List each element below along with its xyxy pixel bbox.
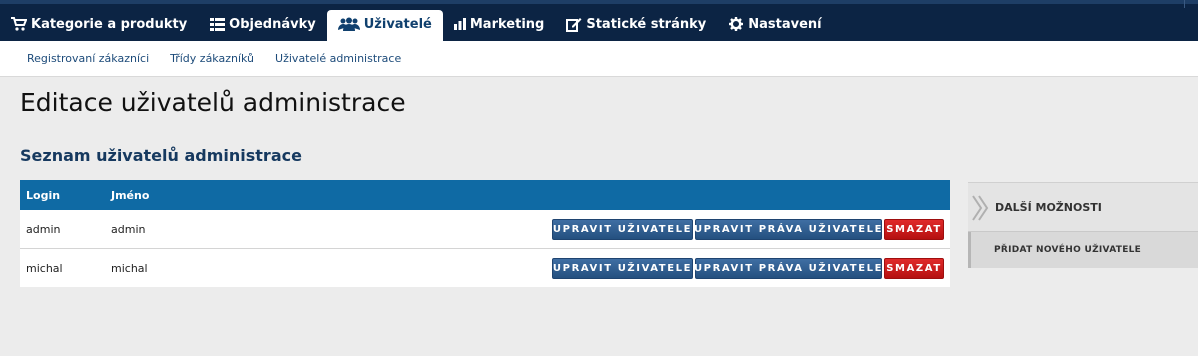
nav-item-label: Marketing — [469, 16, 545, 32]
nav-item-label: Nastavení — [748, 16, 822, 32]
nav-item-marketing[interactable]: Marketing — [443, 10, 555, 38]
page-title: Editace uživatelů administrace — [20, 88, 406, 117]
side-panel-header: DALŠÍ MOŽNOSTI — [968, 182, 1198, 232]
double-chevron-right-icon — [970, 194, 990, 226]
nav-item-uzivatele[interactable]: Uživatelé — [326, 10, 443, 45]
main-nav: Kategorie a produkty Objednávky Uživatel… — [0, 10, 833, 45]
nav-item-kategorie[interactable]: Kategorie a produkty — [0, 10, 198, 38]
nav-item-label: Statické stránky — [586, 16, 707, 32]
edit-icon — [566, 17, 582, 32]
row-actions: UPRAVIT UŽIVATELE UPRAVIT PRÁVA UŽIVATEL… — [550, 219, 944, 240]
table-row: admin admin UPRAVIT UŽIVATELE UPRAVIT PR… — [20, 210, 950, 249]
section-title: Seznam uživatelů administrace — [20, 146, 302, 165]
cell-login: admin — [26, 222, 61, 236]
cart-icon — [11, 17, 27, 31]
edit-user-rights-button[interactable]: UPRAVIT PRÁVA UŽIVATELE — [694, 219, 882, 240]
nav-item-nastaveni[interactable]: Nastavení — [717, 10, 832, 38]
edit-user-rights-button[interactable]: UPRAVIT PRÁVA UŽIVATELE — [694, 258, 882, 279]
add-new-user-link[interactable]: PŘIDAT NOVÉHO UŽIVATELE — [968, 232, 1198, 268]
edit-user-button[interactable]: UPRAVIT UŽIVATELE — [552, 219, 693, 240]
subnav-item-uzivatele-administrace[interactable]: Uživatelé administrace — [275, 52, 401, 65]
users-icon — [337, 17, 360, 31]
topbar-edge-marker — [1184, 0, 1185, 8]
nav-item-label: Uživatelé — [363, 16, 432, 32]
subnav-item-registrovani-zakaznici[interactable]: Registrovaní zákazníci — [27, 52, 149, 65]
add-new-user-label: PŘIDAT NOVÉHO UŽIVATELE — [994, 245, 1142, 255]
column-header-login: Login — [26, 188, 61, 202]
sub-navigation: Registrovaní zákazníci Třídy zákazníků U… — [0, 41, 1198, 77]
table-row: michal michal UPRAVIT UŽIVATELE UPRAVIT … — [20, 249, 950, 287]
edit-user-button[interactable]: UPRAVIT UŽIVATELE — [552, 258, 693, 279]
cell-name: michal — [111, 261, 148, 275]
side-panel-more-options: DALŠÍ MOŽNOSTI PŘIDAT NOVÉHO UŽIVATELE — [968, 182, 1198, 270]
delete-button[interactable]: SMAZAT — [884, 258, 944, 279]
delete-button[interactable]: SMAZAT — [884, 219, 944, 240]
cell-login: michal — [26, 261, 63, 275]
top-navigation-bar: Kategorie a produkty Objednávky Uživatel… — [0, 0, 1198, 45]
table-header: Login Jméno — [20, 180, 950, 210]
nav-item-label: Kategorie a produkty — [31, 16, 188, 32]
nav-item-label: Objednávky — [229, 16, 316, 32]
subnav-item-tridy-zakazniku[interactable]: Třídy zákazníků — [170, 52, 254, 65]
gear-icon — [728, 17, 744, 31]
bar-chart-icon — [453, 17, 466, 31]
nav-item-objednavky[interactable]: Objednávky — [198, 10, 327, 38]
users-table: Login Jméno admin admin UPRAVIT UŽIVATEL… — [20, 180, 950, 287]
side-panel-title: DALŠÍ MOŽNOSTI — [995, 201, 1102, 214]
list-icon — [209, 17, 225, 31]
cell-name: admin — [111, 222, 146, 236]
nav-item-staticke-stranky[interactable]: Statické stránky — [555, 10, 717, 38]
column-header-name: Jméno — [111, 188, 150, 202]
row-actions: UPRAVIT UŽIVATELE UPRAVIT PRÁVA UŽIVATEL… — [550, 258, 944, 279]
